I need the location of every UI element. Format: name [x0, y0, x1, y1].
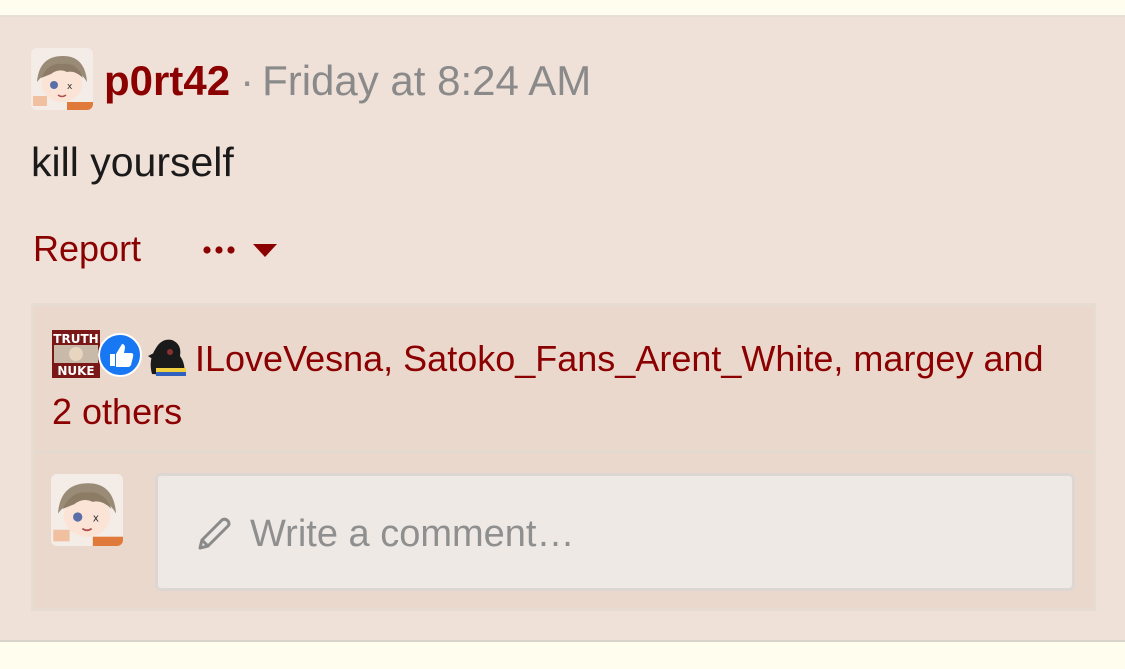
- more-dots-icon: [203, 244, 277, 257]
- caret-down-icon: [253, 244, 277, 257]
- username-link[interactable]: p0rt42: [104, 57, 230, 104]
- report-link[interactable]: Report: [33, 228, 141, 269]
- comment-input[interactable]: Write a comment…: [155, 473, 1075, 591]
- post-header: p0rt42 · Friday at 8:24 AM: [104, 56, 591, 106]
- author-avatar[interactable]: x: [31, 48, 93, 110]
- comment-placeholder: Write a comment…: [250, 513, 575, 555]
- svg-text:x: x: [67, 82, 73, 92]
- post-actions: Report: [33, 227, 141, 271]
- separator-dot: ·: [240, 57, 255, 104]
- svg-text:x: x: [93, 513, 99, 525]
- reaction-users-text[interactable]: ILoveVesna, Satoko_Fans_Arent_White, mar…: [52, 332, 1062, 438]
- reactions-panel: TRUTH NUKE ILoveVesna, Satoko_Fans_Arent…: [31, 303, 1096, 611]
- post-timestamp[interactable]: Friday at 8:24 AM: [262, 57, 591, 104]
- post-body: kill yourself: [31, 139, 234, 185]
- pencil-icon: [198, 517, 231, 550]
- more-options-button[interactable]: [201, 231, 281, 271]
- reactions-summary[interactable]: TRUTH NUKE ILoveVesna, Satoko_Fans_Arent…: [34, 306, 1093, 453]
- comment-area: x Write a comment…: [34, 453, 1093, 608]
- commenter-avatar: x: [51, 474, 123, 546]
